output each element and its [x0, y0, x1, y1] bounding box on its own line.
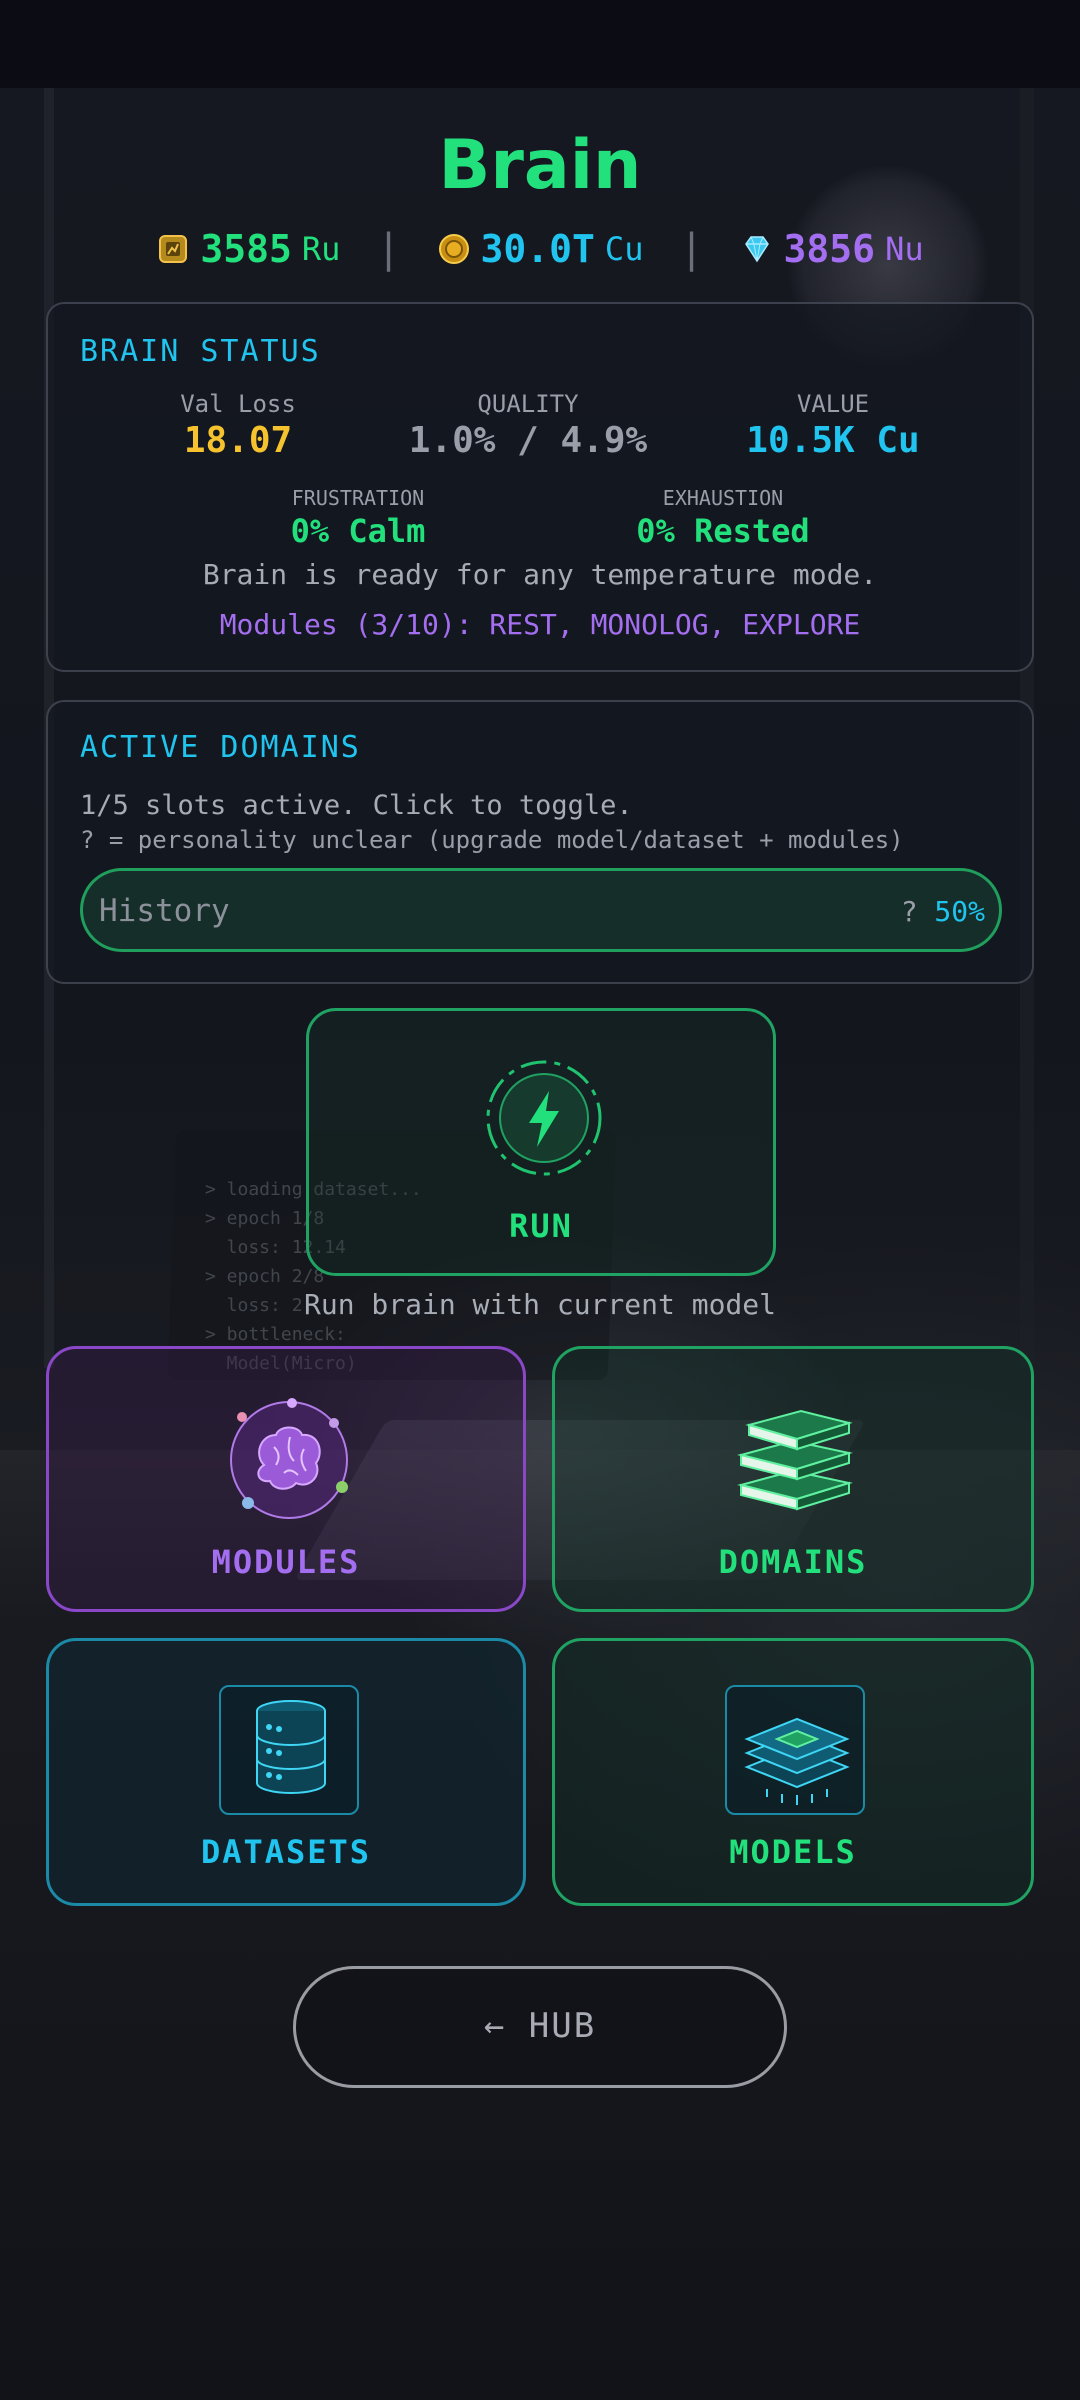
models-label: MODELS — [729, 1833, 857, 1871]
currency-nu-value: 3856 — [783, 227, 876, 271]
modules-label: MODULES — [211, 1543, 361, 1581]
domain-meta: ? 50% — [901, 895, 985, 928]
value-label: VALUE — [796, 390, 870, 418]
run-caption: Run brain with current model — [303, 1288, 776, 1321]
domain-percent: 50% — [934, 895, 985, 928]
domains-label: DOMAINS — [718, 1543, 868, 1581]
val-loss-stat: Val Loss 18.07 — [138, 390, 338, 461]
chip-stack-icon — [744, 1717, 850, 1805]
modules-summary: Modules (3/10): REST, MONOLOG, EXPLORE — [219, 608, 861, 641]
domains-button[interactable]: DOMAINS — [552, 1346, 1034, 1612]
frustration-label: FRUSTRATION — [291, 486, 425, 510]
currency-nu: 3856 Nu — [740, 227, 924, 271]
slots-text: 1/5 slots active. Click to toggle. — [80, 790, 633, 821]
run-button[interactable]: RUN — [306, 1008, 776, 1276]
brain-icon — [230, 1398, 348, 1519]
exhaustion-label: EXHAUSTION — [662, 486, 784, 510]
currency-ru-unit: Ru — [301, 230, 341, 268]
currency-cu-value: 30.0T — [480, 227, 595, 271]
domain-flag: ? — [900, 895, 918, 928]
models-button[interactable]: MODELS — [552, 1638, 1034, 1906]
chip-icon — [159, 235, 188, 263]
currency-ru-value: 3585 — [200, 227, 292, 271]
active-domains-title: ACTIVE DOMAINS — [80, 730, 361, 765]
exhaustion-stat: EXHAUSTION 0% Rested — [608, 486, 838, 550]
quality-value: 1.0% / 4.9% — [408, 420, 648, 461]
chip-stack-icon-frame — [725, 1685, 865, 1815]
database-icon — [256, 1700, 326, 1794]
val-loss-label: Val Loss — [180, 390, 296, 418]
brain-status-title: BRAIN STATUS — [80, 334, 321, 369]
currency-separator: | — [679, 226, 704, 272]
quality-label: QUALITY — [477, 390, 579, 418]
frustration-value: 0% Calm — [290, 512, 426, 550]
diamond-icon — [744, 236, 769, 263]
domains-hint: ? = personality unclear (upgrade model/d… — [80, 826, 904, 854]
datasets-label: DATASETS — [200, 1833, 372, 1871]
status-message: Brain is ready for any temperature mode. — [202, 558, 878, 591]
brain-status-panel: BRAIN STATUS Val Loss 18.07 QUALITY 1.0%… — [46, 302, 1034, 672]
currency-cu-unit: Cu — [604, 230, 644, 268]
currency-nu-unit: Nu — [885, 230, 924, 268]
page-title: Brain — [438, 126, 642, 205]
frustration-stat: FRUSTRATION 0% Calm — [248, 486, 468, 550]
domain-name: History — [99, 893, 230, 929]
hub-button[interactable]: ← HUB — [293, 1966, 787, 2088]
books-icon — [737, 1409, 853, 1511]
currency-ru: 3585 Ru — [156, 227, 340, 271]
datasets-button[interactable]: DATASETS — [46, 1638, 526, 1906]
value-value: 10.5K Cu — [746, 420, 920, 461]
run-label: RUN — [509, 1207, 573, 1245]
currency-bar: 3585 Ru | 30.0T Cu | 3856 Nu — [0, 226, 1080, 272]
database-icon-frame — [219, 1685, 359, 1815]
active-domains-panel: ACTIVE DOMAINS 1/5 slots active. Click t… — [46, 700, 1034, 984]
domain-toggle-history[interactable]: History ? 50% — [80, 868, 1002, 952]
value-stat: VALUE 10.5K Cu — [708, 390, 958, 461]
lightning-icon — [486, 1060, 602, 1176]
exhaustion-value: 0% Rested — [636, 512, 810, 550]
status-bar — [0, 0, 1080, 88]
coin-icon — [438, 234, 469, 264]
val-loss-value: 18.07 — [183, 420, 293, 461]
modules-button[interactable]: MODULES — [46, 1346, 526, 1612]
quality-stat: QUALITY 1.0% / 4.9% — [378, 390, 678, 461]
currency-cu: 30.0T Cu — [437, 227, 644, 271]
currency-separator: | — [376, 226, 401, 272]
